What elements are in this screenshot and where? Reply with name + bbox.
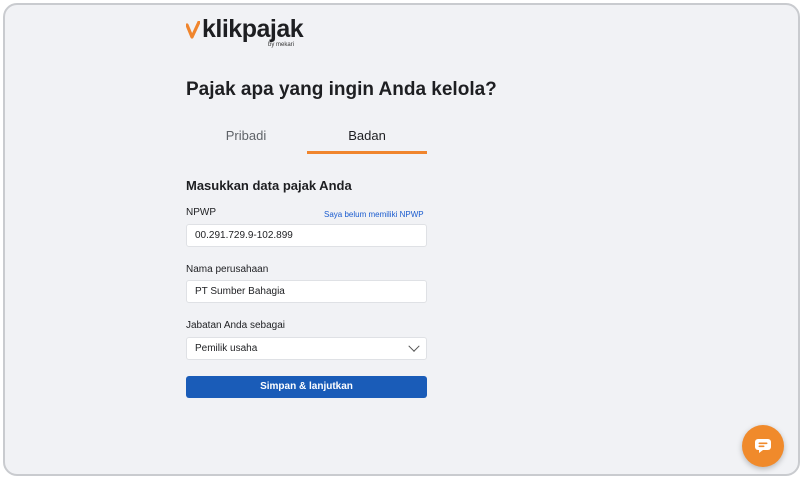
tab-badan[interactable]: Badan	[307, 123, 427, 154]
check-logo-icon	[186, 21, 200, 39]
chat-bubble-icon	[755, 439, 771, 453]
tab-pribadi-label: Pribadi	[225, 128, 267, 143]
tax-type-tabs: Pribadi Badan	[186, 123, 427, 155]
active-tab-indicator	[307, 151, 427, 154]
company-name-value: PT Sumber Bahagia	[195, 286, 285, 297]
company-name-label: Nama perusahaan	[186, 264, 269, 275]
form-section-title: Masukkan data pajak Anda	[186, 178, 352, 193]
app-window: klikpajak by mekari Pajak apa yang ingin…	[3, 3, 800, 476]
chevron-down-icon	[408, 340, 420, 352]
npwp-label: NPWP	[186, 207, 216, 218]
tab-badan-label: Badan	[348, 128, 386, 143]
brand-name: klikpajak	[202, 15, 304, 43]
position-value: Pemilik usaha	[195, 343, 258, 354]
position-label: Jabatan Anda sebagai	[186, 320, 285, 331]
company-name-input[interactable]: PT Sumber Bahagia	[186, 280, 427, 303]
npwp-value: 00.291.729.9-102.899	[195, 230, 293, 241]
save-continue-button[interactable]: Simpan & lanjutkan	[186, 376, 427, 398]
page-title: Pajak apa yang ingin Anda kelola?	[186, 79, 497, 100]
npwp-input[interactable]: 00.291.729.9-102.899	[186, 224, 427, 247]
brand-tagline: by mekari	[268, 42, 295, 48]
position-select[interactable]: Pemilik usaha	[186, 337, 427, 360]
tab-pribadi[interactable]: Pribadi	[186, 123, 306, 152]
no-npwp-link[interactable]: Saya belum memiliki NPWP	[324, 210, 424, 219]
chat-widget-button[interactable]	[742, 425, 784, 467]
